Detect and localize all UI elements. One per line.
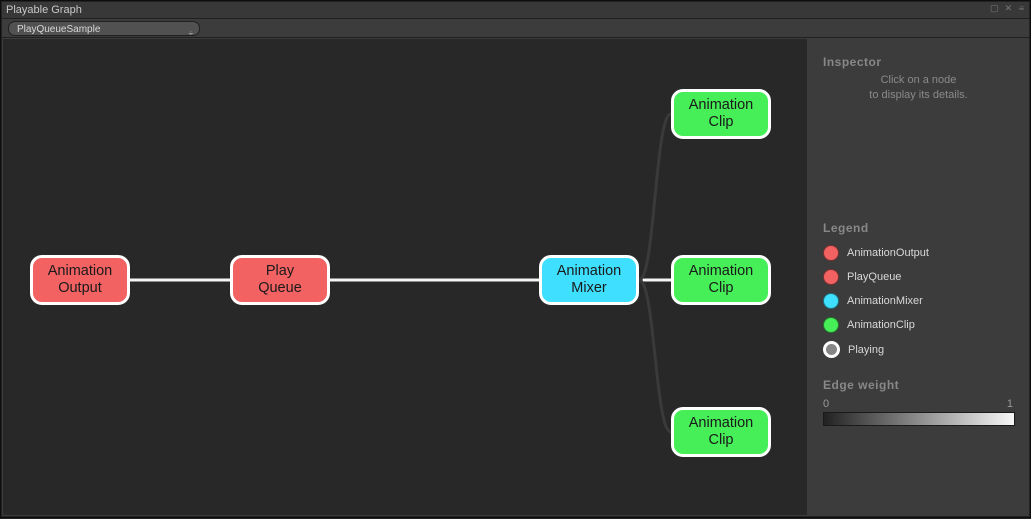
legend-title: Legend	[823, 221, 1028, 235]
legend-item-animationmixer: AnimationMixer	[823, 293, 1028, 309]
window-controls: ▢ ✕ ∙≡	[990, 3, 1023, 14]
maximize-icon[interactable]: ▢	[990, 3, 999, 14]
window-title: Playable Graph	[6, 4, 82, 16]
edge-weight-title: Edge weight	[823, 378, 1028, 392]
legend-label: PlayQueue	[847, 271, 901, 283]
node-play-queue[interactable]: Play Queue	[230, 255, 330, 305]
edge-weight-labels: 0 1	[823, 398, 1013, 412]
close-icon[interactable]: ✕	[1005, 3, 1013, 14]
edge-mixer-clip2	[639, 280, 671, 432]
editor-body: Animation Output Play Queue Animation Mi…	[2, 38, 1029, 516]
legend-label: AnimationMixer	[847, 295, 923, 307]
edge-weight-max: 1	[1007, 398, 1013, 410]
legend: Legend AnimationOutput PlayQueue Animati…	[823, 221, 1028, 358]
legend-item-playqueue: PlayQueue	[823, 269, 1028, 285]
window-titlebar[interactable]: Playable Graph ▢ ✕ ∙≡	[2, 2, 1029, 18]
graph-canvas[interactable]: Animation Output Play Queue Animation Mi…	[3, 39, 807, 515]
legend-item-animationclip: AnimationClip	[823, 317, 1028, 333]
legend-item-animationoutput: AnimationOutput	[823, 245, 1028, 261]
edge-weight-section: Edge weight 0 1	[823, 378, 1028, 426]
node-animation-clip-1[interactable]: Animation Clip	[671, 255, 771, 305]
legend-item-playing: Playing	[823, 341, 1028, 358]
legend-label: Playing	[848, 344, 884, 356]
legend-label: AnimationOutput	[847, 247, 929, 259]
node-animation-clip-2[interactable]: Animation Clip	[671, 407, 771, 457]
graph-select-value: PlayQueueSample	[17, 24, 100, 35]
node-animation-mixer[interactable]: Animation Mixer	[539, 255, 639, 305]
inspector-title: Inspector	[823, 55, 1028, 69]
legend-swatch-icon	[823, 293, 839, 309]
inspector-hint: Click on a node to display its details.	[809, 73, 1028, 103]
inspector-hint-line2: to display its details.	[869, 89, 967, 101]
toolbar: PlayQueueSample ÷	[2, 18, 1029, 38]
node-animation-output[interactable]: Animation Output	[30, 255, 130, 305]
edge-mixer-clip0	[639, 114, 671, 280]
side-panel: Inspector Click on a node to display its…	[809, 39, 1028, 515]
legend-swatch-icon	[823, 317, 839, 333]
edge-weight-min: 0	[823, 398, 829, 410]
edge-weight-gradient	[823, 412, 1015, 426]
context-menu-icon[interactable]: ∙≡	[1018, 4, 1023, 13]
legend-swatch-icon	[823, 269, 839, 285]
legend-swatch-icon	[823, 341, 840, 358]
legend-label: AnimationClip	[847, 319, 915, 331]
inspector-hint-line1: Click on a node	[881, 74, 957, 86]
graph-select-dropdown[interactable]: PlayQueueSample ÷	[8, 21, 200, 36]
legend-swatch-icon	[823, 245, 839, 261]
playable-graph-window: Playable Graph ▢ ✕ ∙≡ PlayQueueSample ÷	[0, 0, 1031, 518]
node-animation-clip-0[interactable]: Animation Clip	[671, 89, 771, 139]
